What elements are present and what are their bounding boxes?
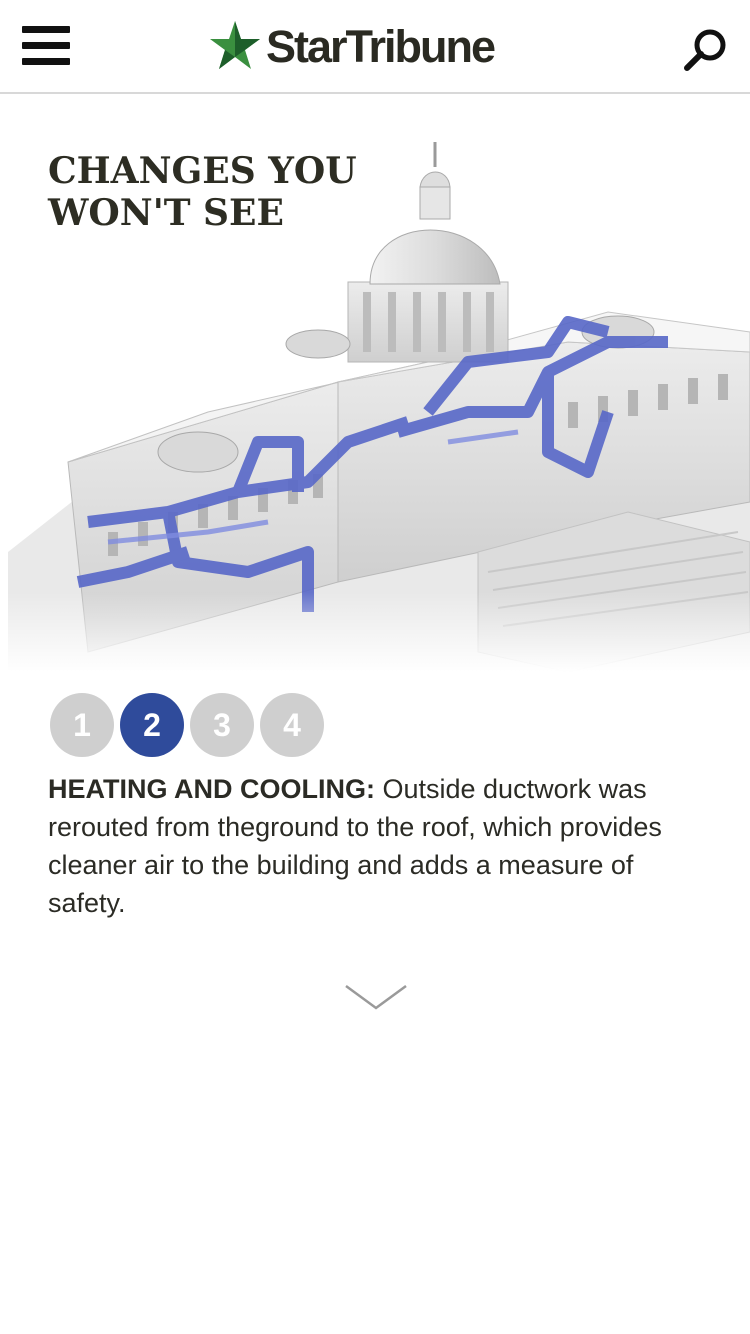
step-button-2[interactable]: 2 [120,693,184,757]
step-button-4[interactable]: 4 [260,693,324,757]
title-line-1: CHANGES YOU [48,150,357,192]
page-title: CHANGES YOU WON'T SEE [48,150,388,234]
step-button-3[interactable]: 3 [190,693,254,757]
search-icon[interactable] [682,26,730,74]
step-description: HEATING AND COOLING: Outside ductwork wa… [48,770,718,922]
site-header: StarTribune [0,0,750,94]
title-line-2: WON'T SEE [48,192,284,234]
brand-name: StarTribune [266,20,496,72]
star-icon [210,21,260,69]
chevron-down-icon[interactable] [344,982,408,1014]
startribune-logo[interactable]: StarTribune [208,14,496,78]
description-heading: HEATING AND COOLING: [48,774,375,804]
step-selector: 1 2 3 4 [50,693,324,757]
hamburger-menu-icon[interactable] [22,26,70,66]
step-button-1[interactable]: 1 [50,693,114,757]
